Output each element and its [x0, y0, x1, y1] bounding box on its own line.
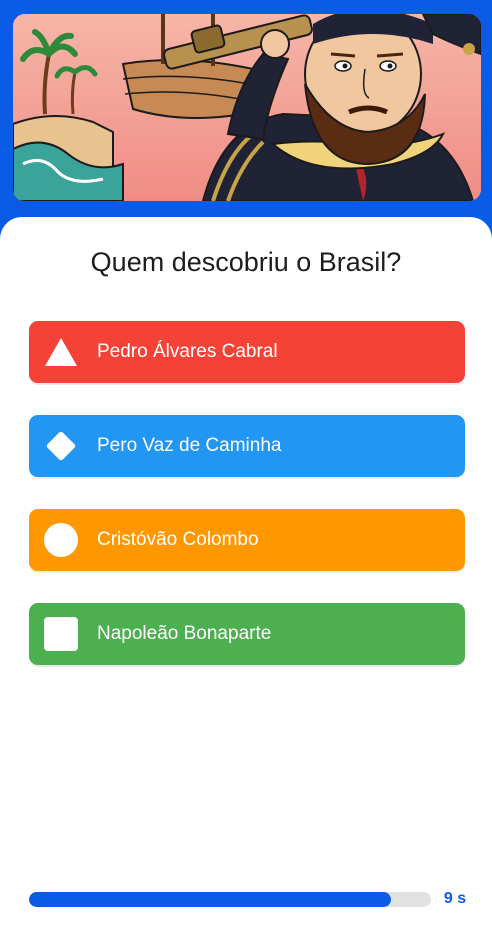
answer-label: Napoleão Bonaparte — [97, 623, 272, 644]
timer-label: 9 s — [443, 890, 467, 907]
question-text: Quem descobriu o Brasil? — [90, 247, 402, 277]
answer-label: Cristóvão Colombo — [97, 529, 259, 550]
answer-option-1[interactable]: Pedro Álvares Cabral — [29, 321, 465, 383]
answer-option-4[interactable]: Napoleão Bonaparte — [29, 603, 465, 665]
square-icon — [43, 616, 79, 652]
triangle-icon — [43, 334, 79, 370]
answer-label: Pero Vaz de Caminha — [97, 435, 282, 456]
timer-progress-fill — [29, 892, 391, 907]
circle-icon — [43, 522, 79, 558]
answer-label: Pedro Álvares Cabral — [97, 341, 278, 362]
answer-option-3[interactable]: Cristóvão Colombo — [29, 509, 465, 571]
question-image — [13, 14, 481, 201]
diamond-icon — [43, 428, 79, 464]
timer-progress-bar — [29, 892, 431, 907]
answer-option-2[interactable]: Pero Vaz de Caminha — [29, 415, 465, 477]
